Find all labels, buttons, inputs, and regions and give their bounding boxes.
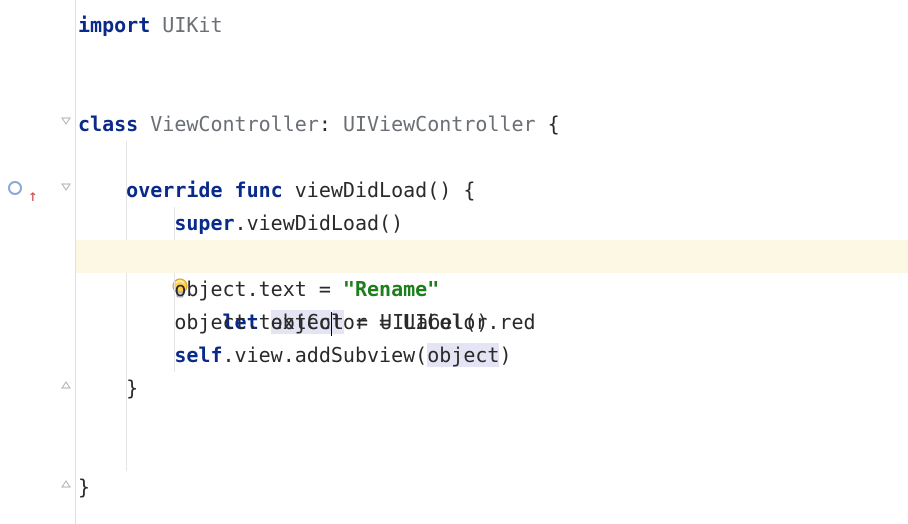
fold-close-icon[interactable] [60, 379, 72, 391]
keyword: super [174, 211, 234, 235]
code-line[interactable]: object.textColor = UIColor.red [76, 306, 908, 339]
type-name: UIViewController [343, 112, 536, 136]
function-name: viewDidLoad [283, 178, 428, 202]
intention-bulb-icon[interactable] [98, 244, 118, 268]
type-name: ViewController [138, 112, 319, 136]
code-line[interactable]: import UIKit [76, 9, 908, 42]
keyword: func [235, 178, 283, 202]
code-line[interactable]: object.text = "Rename" [76, 273, 908, 306]
code-line[interactable]: } [76, 372, 908, 405]
keyword: class [78, 112, 138, 136]
code-line-active[interactable]: let object = UILabel() [76, 240, 908, 273]
string-literal: "Rename" [343, 277, 439, 301]
fold-toggle-icon[interactable] [60, 115, 72, 127]
code-line[interactable] [76, 405, 908, 438]
code-line[interactable] [76, 42, 908, 75]
code-line[interactable]: super.viewDidLoad() [76, 207, 908, 240]
code-line[interactable] [76, 75, 908, 108]
override-marker-icon[interactable] [8, 181, 22, 195]
editor-gutter: ↑ [0, 0, 76, 524]
keyword: import [78, 13, 150, 37]
arrow-up-icon[interactable]: ↑ [28, 179, 38, 212]
keyword: override [126, 178, 222, 202]
keyword: self [174, 343, 222, 367]
code-line[interactable]: } [76, 471, 908, 504]
code-line[interactable]: self.view.addSubview(object) [76, 339, 908, 372]
type-name: UIKit [150, 13, 222, 37]
code-editor[interactable]: import UIKit class ViewController: UIVie… [76, 0, 908, 524]
code-line[interactable] [76, 438, 908, 471]
fold-toggle-icon[interactable] [60, 181, 72, 193]
variable-selected: object [427, 343, 499, 367]
fold-close-icon[interactable] [60, 478, 72, 490]
code-line[interactable]: class ViewController: UIViewController { [76, 108, 908, 141]
code-line[interactable] [76, 141, 908, 174]
code-line[interactable]: override func viewDidLoad() { [76, 174, 908, 207]
